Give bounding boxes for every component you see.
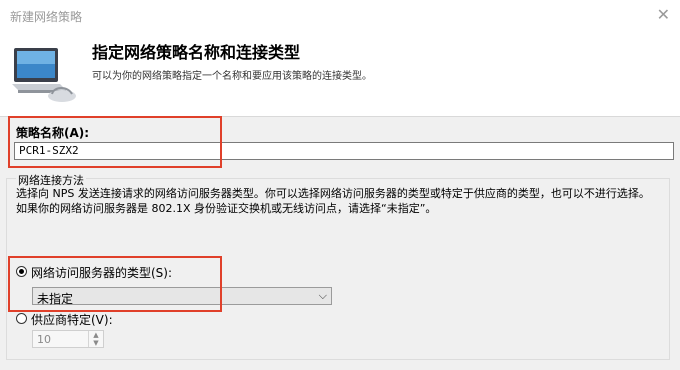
vendor-code-value: 10 bbox=[37, 333, 51, 346]
vendor-code-spinner[interactable]: 10 ▲ ▼ bbox=[32, 330, 104, 348]
vendor-specific-radio[interactable] bbox=[16, 313, 27, 324]
window-title: 新建网络策略 bbox=[10, 10, 83, 24]
wizard-header: 指定网络策略名称和连接类型 可以为你的网络策略指定一个名称和要应用该策略的连接类… bbox=[0, 34, 680, 117]
page-title: 指定网络策略名称和连接类型 bbox=[92, 43, 301, 62]
spinner-arrows-icon[interactable]: ▲ ▼ bbox=[88, 331, 103, 347]
vendor-specific-label[interactable]: 供应商特定(V): bbox=[31, 311, 113, 328]
chevron-down-icon: ⌵ bbox=[318, 289, 327, 302]
title-bar: 新建网络策略 ✕ bbox=[0, 0, 680, 34]
network-policy-icon bbox=[12, 48, 76, 102]
highlight-box-type bbox=[8, 256, 222, 312]
page-subtitle: 可以为你的网络策略指定一个名称和要应用该策略的连接类型。 bbox=[92, 71, 372, 82]
connection-method-description: 选择向 NPS 发送连接请求的网络访问服务器类型。你可以选择网络访问服务器的类型… bbox=[16, 187, 650, 215]
highlight-box-name bbox=[8, 116, 222, 168]
close-icon[interactable]: ✕ bbox=[657, 5, 670, 24]
